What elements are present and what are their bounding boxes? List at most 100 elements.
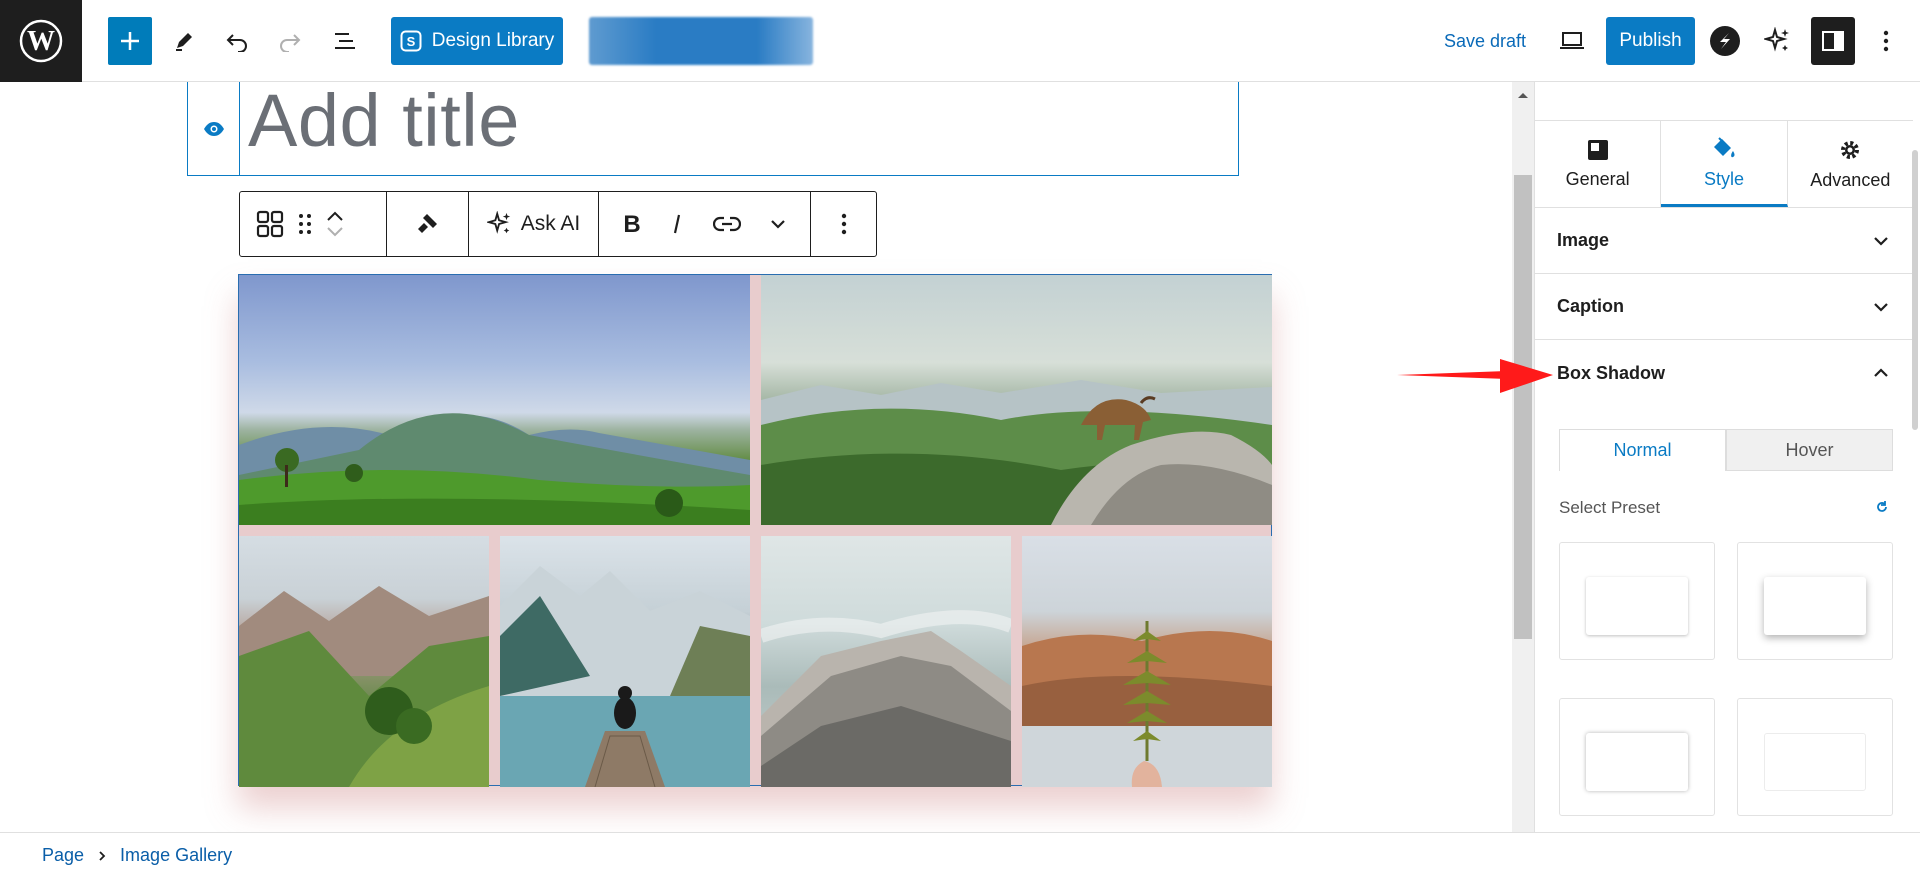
more-formatting-button[interactable] [770,192,786,256]
laptop-icon [1560,32,1584,49]
stackable-settings-button[interactable] [1703,17,1747,65]
block-type-button[interactable] [256,192,284,256]
block-toolbar-group-style [387,192,469,256]
select-preset-label: Select Preset [1559,498,1661,517]
chevron-up-icon[interactable] [326,211,344,221]
redo-icon [280,34,301,52]
section-box-shadow-toggle[interactable]: Box Shadow [1535,340,1913,406]
section-image-toggle[interactable]: Image [1535,208,1913,274]
preview-button[interactable] [1550,17,1594,65]
breadcrumb-item-image-gallery[interactable]: Image Gallery [120,845,232,866]
title-visibility-toggle[interactable] [188,82,240,176]
undo-button[interactable] [215,17,259,65]
tab-advanced-label: Advanced [1810,169,1891,190]
copy-styles-button[interactable] [415,192,441,256]
cliff-image [761,610,1011,787]
editor-canvas: Add title Ask AI B [0,82,1512,832]
undo-icon [226,34,247,52]
vertical-ellipsis-icon [841,213,846,235]
gallery-image-green-hills[interactable] [239,275,750,525]
gear-icon [1841,140,1860,159]
image-gallery-block[interactable] [238,274,1272,787]
block-toolbar: Ask AI B [239,191,877,257]
move-buttons[interactable] [326,192,344,256]
section-caption-toggle[interactable]: Caption [1535,274,1913,340]
section-image-label: Image [1557,230,1610,250]
reset-icon[interactable] [1875,500,1889,514]
block-settings-panel: General Style Advanced Image Caption Box… [1534,82,1920,832]
vertical-ellipsis-icon [1883,30,1889,52]
block-toolbar-group-options [811,192,876,256]
title-block[interactable]: Add title [187,82,1239,176]
settings-sidebar-toggle[interactable] [1811,17,1855,65]
gallery-image-ibex-mountain[interactable] [761,275,1272,525]
block-toolbar-group-ai: Ask AI [469,192,599,256]
ask-ai-label: Ask AI [520,212,581,235]
paint-bucket-icon [1713,137,1735,158]
chevron-down-icon[interactable] [326,227,344,237]
valley-image [239,586,489,787]
blurred-button[interactable] [589,17,813,65]
shadow-preset-3[interactable] [1559,698,1715,816]
editor-top-bar: W S Design Library Save draft Publish [0,0,1920,82]
tab-advanced[interactable]: Advanced [1788,121,1913,207]
link-icon [712,216,741,232]
breadcrumb: Page Image Gallery [0,832,1920,878]
chevron-down-icon [770,220,785,229]
pencil-icon [176,33,192,51]
redo-button[interactable] [268,17,312,65]
tab-style[interactable]: Style [1661,121,1788,207]
post-title-placeholder[interactable]: Add title [248,82,520,163]
shadow-preset-preview [1586,577,1688,635]
state-tab-hover[interactable]: Hover [1726,429,1893,471]
italic-button[interactable] [670,192,684,256]
shadow-state-tabs: Normal Hover [1559,429,1893,471]
svg-text:B: B [624,213,641,235]
block-options-button[interactable] [841,192,847,256]
sparkle-icon [1764,27,1789,52]
gallery-image-foggy-cliff[interactable] [761,536,1011,787]
gallery-block-icon [256,210,284,238]
document-overview-button[interactable] [323,17,367,65]
gallery-image-fern[interactable] [1022,536,1272,787]
annotation-arrow-icon [1397,359,1553,393]
stackable-logo-icon: S [400,30,422,52]
shadow-preset-preview [1586,733,1688,791]
ai-assistant-button[interactable] [1756,17,1800,65]
gallery-image-fjord-dock[interactable] [500,536,750,787]
fern-image [1022,621,1272,787]
canvas-scrollbar-thumb[interactable] [1514,175,1532,639]
section-caption-label: Caption [1557,296,1624,316]
chevron-down-icon [1874,302,1888,312]
save-draft-button[interactable]: Save draft [1440,17,1530,65]
scroll-up-arrow-icon[interactable] [1512,88,1534,102]
drag-handle[interactable] [298,192,312,256]
options-menu-button[interactable] [1864,17,1908,65]
publish-button[interactable]: Publish [1606,17,1695,65]
shadow-preset-1[interactable] [1559,542,1715,660]
gallery-image-mountain-valley[interactable] [239,536,489,787]
state-tab-normal[interactable]: Normal [1559,429,1726,471]
edit-tools-button[interactable] [162,17,206,65]
shadow-preset-4[interactable] [1737,698,1893,816]
block-toolbar-group-format: B [599,192,811,256]
mountain-landscape-image [239,413,750,525]
breadcrumb-item-page[interactable]: Page [42,845,84,866]
link-button[interactable] [712,192,741,256]
stackable-icon [1710,26,1740,56]
tab-general-label: General [1565,168,1630,189]
tab-general[interactable]: General [1535,121,1662,207]
wordpress-icon: W [19,19,63,63]
wordpress-logo-button[interactable]: W [0,0,82,82]
tab-style-label: Style [1703,169,1744,189]
eye-icon [203,122,224,136]
bold-button[interactable]: B [623,192,641,256]
bold-icon: B [624,213,641,235]
shadow-preset-preview [1764,733,1866,791]
add-block-button[interactable] [108,17,152,65]
ibex-landscape-image [761,380,1272,525]
design-library-button[interactable]: S Design Library [391,17,563,65]
panel-scrollbar-thumb[interactable] [1912,150,1918,430]
ask-ai-button[interactable]: Ask AI [471,192,597,256]
shadow-preset-2[interactable] [1737,542,1893,660]
